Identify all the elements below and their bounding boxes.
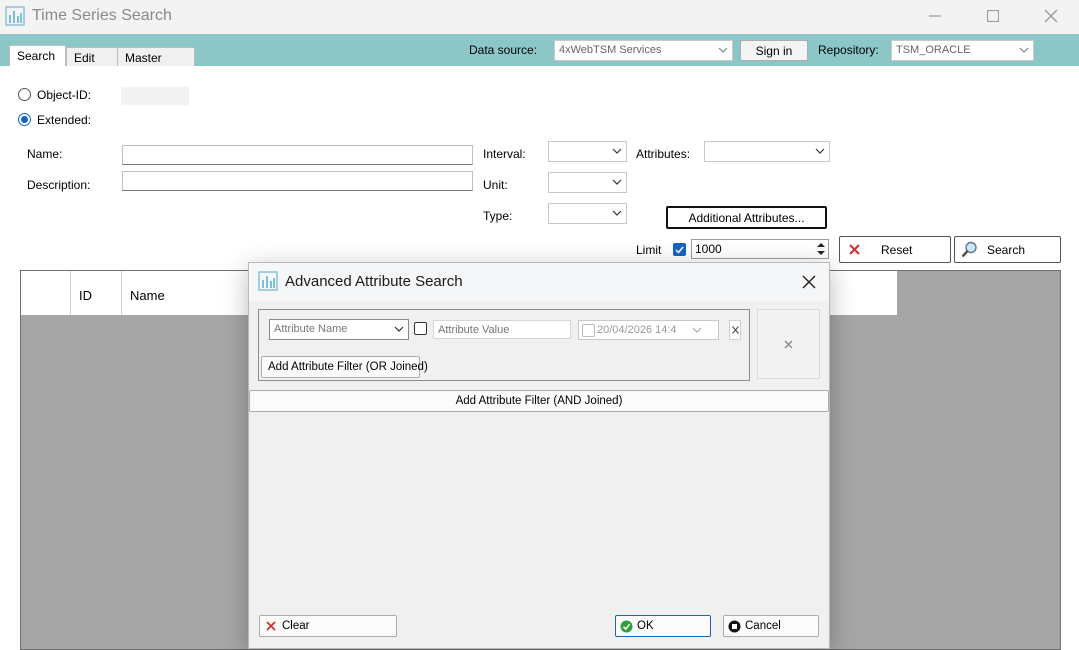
app-chart-icon: [5, 6, 25, 26]
chevron-down-icon: [612, 210, 622, 216]
grid-col-name[interactable]: Name: [122, 271, 262, 315]
date-enable-checkbox[interactable]: [582, 324, 595, 337]
ok-label: OK: [637, 620, 654, 632]
object-id-input[interactable]: [121, 87, 189, 105]
dialog-title-bar: Advanced Attribute Search: [249, 263, 829, 301]
close-icon: [784, 340, 793, 348]
limit-label: Limit: [636, 243, 662, 257]
data-source-value: 4xWebTSM Services: [559, 44, 662, 56]
tab-master-data[interactable]: Master data: [117, 47, 195, 79]
object-id-radio[interactable]: [18, 88, 31, 101]
cancel-label: Cancel: [745, 620, 781, 632]
tab-search[interactable]: Search: [9, 45, 66, 67]
dialog-title: Advanced Attribute Search: [285, 273, 463, 290]
extended-radio[interactable]: [18, 113, 31, 126]
chevron-down-icon: [718, 47, 728, 53]
cancel-button[interactable]: Cancel: [723, 615, 819, 637]
tab-search-label: Search: [17, 49, 56, 63]
sign-in-label: Sign in: [755, 43, 793, 58]
chevron-down-icon: [612, 148, 622, 154]
app-chart-icon: [258, 271, 278, 291]
check-circle-icon: [620, 620, 633, 632]
grid-col-selector[interactable]: [21, 271, 71, 315]
remove-group-button[interactable]: [757, 309, 820, 379]
attributes-label: Attributes:: [636, 147, 691, 161]
unit-select[interactable]: [548, 172, 627, 193]
dialog-close-button[interactable]: [795, 269, 823, 295]
limit-spinner[interactable]: 1000: [691, 239, 829, 259]
chevron-down-icon: [612, 179, 622, 185]
description-label: Description:: [27, 178, 91, 192]
attribute-enable-checkbox[interactable]: [414, 322, 427, 335]
limit-value: 1000: [695, 242, 722, 256]
close-icon: [731, 326, 739, 334]
name-input[interactable]: [122, 145, 473, 165]
limit-checkbox[interactable]: [673, 243, 686, 256]
minimize-icon: [929, 15, 941, 17]
grid-col-id[interactable]: ID: [71, 271, 122, 315]
advanced-attribute-search-dialog: Advanced Attribute Search Attribute Name…: [248, 262, 830, 649]
type-label: Type:: [483, 209, 513, 223]
attribute-name-placeholder: Attribute Name: [274, 323, 348, 335]
reset-x-icon: [849, 244, 860, 255]
clear-button[interactable]: Clear: [259, 615, 397, 637]
description-input[interactable]: [122, 171, 473, 191]
add-or-filter-label: Add Attribute Filter (OR Joined): [268, 361, 428, 373]
additional-attributes-button[interactable]: Additional Attributes...: [666, 206, 827, 229]
search-button[interactable]: Search: [954, 236, 1061, 263]
name-label: Name:: [27, 147, 63, 161]
spinner-arrows-icon[interactable]: [816, 241, 826, 257]
clear-x-icon: [266, 621, 276, 631]
or-filter-group: Attribute Name 20/04/2026 14:4 Add Attri…: [258, 309, 750, 381]
stop-icon: [728, 620, 741, 632]
data-source-select[interactable]: 4xWebTSM Services: [554, 40, 733, 61]
magnifier-icon: [961, 241, 977, 258]
sign-in-button[interactable]: Sign in: [740, 40, 808, 61]
add-and-filter-button[interactable]: Add Attribute Filter (AND Joined): [249, 390, 829, 412]
clear-label: Clear: [282, 620, 310, 632]
unit-label: Unit:: [483, 178, 508, 192]
data-source-label: Data source:: [469, 43, 538, 57]
repository-label: Repository:: [818, 43, 879, 57]
close-icon: [1044, 9, 1058, 23]
window-title: Time Series Search: [32, 7, 172, 24]
maximize-button[interactable]: [964, 0, 1022, 32]
repository-value: TSM_ORACLE: [896, 44, 971, 56]
type-select[interactable]: [548, 203, 627, 224]
extended-label: Extended:: [37, 113, 92, 127]
reset-label: Reset: [881, 242, 913, 257]
date-value: 20/04/2026 14:4: [597, 324, 677, 336]
attributes-select[interactable]: [704, 141, 830, 162]
tab-edit-label: Edit: [74, 51, 95, 65]
tab-edit[interactable]: Edit: [66, 47, 118, 67]
additional-attributes-label: Additional Attributes...: [688, 210, 805, 225]
date-picker[interactable]: 20/04/2026 14:4: [578, 320, 719, 340]
maximize-icon: [987, 10, 999, 22]
checkmark-icon: [675, 246, 684, 254]
interval-label: Interval:: [483, 147, 526, 161]
search-label: Search: [987, 242, 1026, 257]
add-or-filter-button[interactable]: Add Attribute Filter (OR Joined): [261, 356, 428, 378]
object-id-label: Object-ID:: [37, 88, 92, 102]
chevron-down-icon: [692, 327, 702, 333]
add-and-filter-label: Add Attribute Filter (AND Joined): [455, 395, 623, 407]
remove-filter-button[interactable]: [729, 320, 741, 340]
chevron-down-icon: [1019, 47, 1029, 53]
minimize-button[interactable]: [906, 0, 964, 32]
close-icon: [802, 275, 816, 289]
chevron-down-icon: [815, 148, 825, 154]
interval-select[interactable]: [548, 141, 627, 162]
chevron-down-icon: [394, 326, 404, 332]
title-bar: Time Series Search: [0, 0, 1079, 34]
ok-button[interactable]: OK: [615, 615, 711, 637]
attribute-value-input[interactable]: [433, 320, 571, 339]
window-close-button[interactable]: [1022, 0, 1079, 32]
reset-button[interactable]: Reset: [839, 236, 951, 263]
repository-select[interactable]: TSM_ORACLE: [891, 40, 1034, 61]
attribute-name-select[interactable]: Attribute Name: [269, 319, 409, 340]
